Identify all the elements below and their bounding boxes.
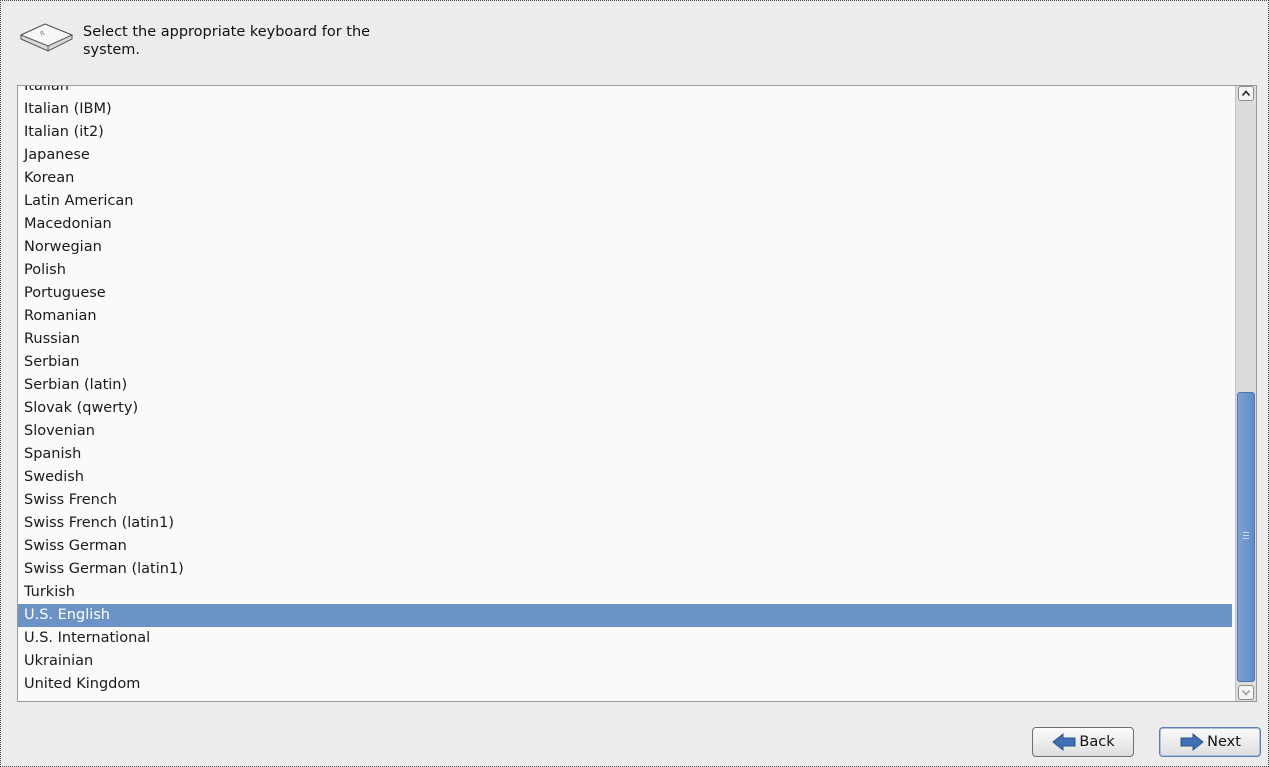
chevron-down-icon [1241,690,1251,696]
instruction-text: Select the appropriate keyboard for the … [83,24,371,58]
keyboard-option[interactable]: Portuguese [18,282,1232,305]
keyboard-option[interactable]: Romanian [18,305,1232,328]
keyboard-option[interactable]: Russian [18,328,1232,351]
keyboard-option[interactable]: Serbian [18,351,1232,374]
keyboard-option[interactable]: Ukrainian [18,650,1232,673]
keyboard-option[interactable]: Macedonian [18,213,1232,236]
scroll-down-button[interactable] [1238,685,1254,700]
keyboard-option[interactable]: U.S. International [18,627,1232,650]
keyboard-option[interactable]: Italian [18,86,1232,98]
keyboard-list-viewport: Italian Italian (IBM) Italian (it2) Japanes… [18,86,1232,701]
keyboard-option[interactable]: Turkish [18,581,1232,604]
keyboard-option[interactable]: Serbian (latin) [18,374,1232,397]
keyboard-key-icon: R [19,23,74,52]
keyboard-option[interactable]: Swiss German (latin1) [18,558,1232,581]
keyboard-option[interactable]: Swedish [18,466,1232,489]
scroll-thumb[interactable] [1237,392,1255,682]
keyboard-option[interactable]: Japanese [18,144,1232,167]
installer-window: R Select the appropriate keyboard for th… [0,0,1269,767]
keyboard-option[interactable]: United Kingdom [18,673,1232,696]
keyboard-option[interactable]: Swiss German [18,535,1232,558]
next-button-label: Next [1207,734,1241,750]
scroll-up-button[interactable] [1238,86,1254,101]
keyboard-option[interactable]: Swiss French (latin1) [18,512,1232,535]
keyboard-option[interactable]: U.S. English [18,604,1232,627]
keyboard-option[interactable]: Slovak (qwerty) [18,397,1232,420]
keyboard-option[interactable]: Italian (it2) [18,121,1232,144]
keyboard-option[interactable]: Norwegian [18,236,1232,259]
keyboard-option[interactable]: Slovenian [18,420,1232,443]
arrow-left-icon [1052,732,1076,752]
keyboard-option[interactable]: Spanish [18,443,1232,466]
keyboard-option[interactable]: Swiss French [18,489,1232,512]
keyboard-list[interactable]: Italian Italian (IBM) Italian (it2) Japanes… [17,85,1257,702]
chevron-up-icon [1241,90,1251,97]
vertical-scrollbar[interactable] [1235,86,1256,701]
keyboard-options: Italian Italian (IBM) Italian (it2) Japanes… [18,86,1232,696]
grip-icon [1243,532,1249,539]
back-button-label: Back [1079,734,1115,750]
keyboard-option[interactable]: Italian (IBM) [18,98,1232,121]
keyboard-option[interactable]: Latin American [18,190,1232,213]
page-header: R Select the appropriate keyboard for th… [1,1,1268,67]
arrow-right-icon [1180,732,1204,752]
next-button[interactable]: Next [1159,727,1261,757]
keyboard-option[interactable]: Polish [18,259,1232,282]
keyboard-option[interactable]: Korean [18,167,1232,190]
back-button[interactable]: Back [1032,727,1134,757]
